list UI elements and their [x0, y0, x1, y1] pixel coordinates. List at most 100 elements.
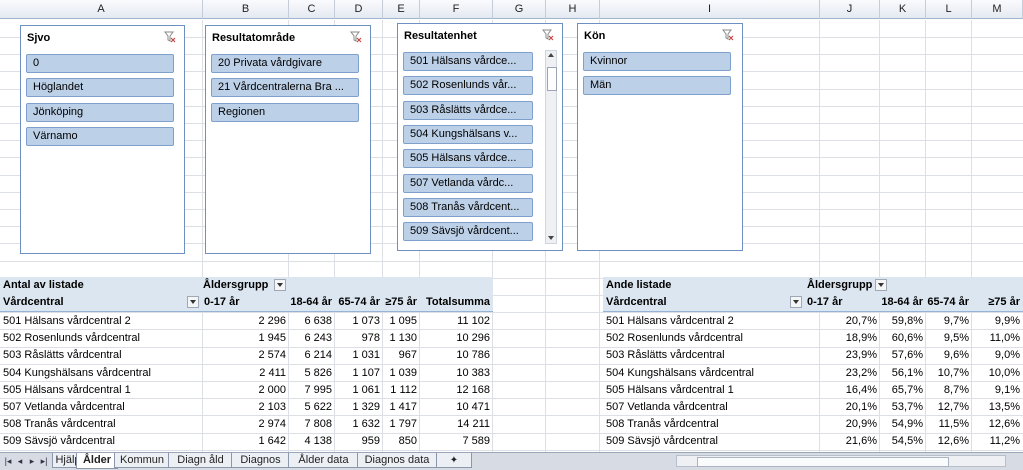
column-header-j[interactable]: J — [820, 0, 880, 19]
value-cell: 9,5% — [943, 332, 969, 345]
prev-sheet-icon[interactable]: ◂ — [14, 455, 26, 467]
value-cell: 59,8% — [891, 315, 923, 327]
table-row[interactable]: 508 Tranås vårdcentral 2 974 7 808 1 632 1 7… — [0, 416, 493, 433]
row-filter-dropdown[interactable] — [187, 296, 199, 308]
column-header-b[interactable]: B — [203, 0, 289, 19]
sheet-tab[interactable]: Ålder — [76, 453, 118, 469]
sheet-tab-bar: |◂ ◂ ▸ ▸| Hjälp Ålder Kommun Diagn åld Diagn… — [0, 452, 1023, 470]
slicer-item[interactable]: Regionen — [211, 102, 359, 122]
slicer-item[interactable]: 20 Privata vårdgivare — [211, 54, 359, 73]
slicer-item[interactable]: 0 — [26, 54, 174, 73]
column-header-d[interactable]: D — [335, 0, 383, 19]
value-cell: 60,6% — [891, 332, 923, 345]
row-label: 501 Hälsans vårdcentral 2 — [606, 315, 734, 327]
scroll-up-icon[interactable] — [548, 53, 554, 57]
table-row[interactable]: 509 Sävsjö vårdcentral 21,6% 54,5% 12,6% 11,… — [603, 433, 1023, 450]
table-row[interactable]: 508 Tranås vårdcentral 20,9% 54,9% 11,5% 12,… — [603, 416, 1023, 433]
row-filter-dropdown[interactable] — [790, 296, 802, 308]
table-row[interactable]: 502 Rosenlunds vårdcentral 1 945 6 243 978 1… — [0, 330, 493, 347]
sheet-tab[interactable]: Diagn åld — [168, 453, 233, 468]
table-row[interactable]: 504 Kungshälsans vårdcentral 23,2% 56,1% 10… — [603, 365, 1023, 382]
table-row[interactable]: 504 Kungshälsans vårdcentral 2 411 5 826 1 … — [0, 365, 493, 382]
column-header-k[interactable]: K — [880, 0, 926, 19]
table-row[interactable]: 507 Vetlanda vårdcentral 2 103 5 622 1 329 1… — [0, 399, 493, 416]
table-row[interactable]: 507 Vetlanda vårdcentral 20,1% 53,7% 12,7% 1… — [603, 399, 1023, 416]
value-cell: 7 995 — [304, 383, 332, 396]
horizontal-scrollbar[interactable] — [676, 455, 1006, 467]
scroll-thumb[interactable] — [697, 457, 949, 467]
value-cell: 978 — [361, 332, 380, 345]
clear-filter-icon[interactable] — [542, 29, 554, 41]
value-cell: 850 — [398, 435, 417, 448]
scroll-thumb[interactable] — [547, 67, 557, 91]
slicer-item[interactable]: Män — [583, 76, 731, 96]
value-cell: 2 574 — [258, 349, 286, 362]
slicer-item[interactable]: Kvinnor — [583, 52, 731, 71]
column-header-a[interactable]: A — [0, 0, 203, 19]
new-sheet-icon[interactable]: ✦ — [436, 453, 472, 468]
slicer-item[interactable]: Värnamo — [26, 126, 174, 146]
value-cell: 10,0% — [988, 366, 1020, 379]
sheet-tab[interactable]: Diagnos data — [357, 453, 437, 468]
row-field-label: Vårdcentral — [606, 296, 667, 308]
column-header-g[interactable]: G — [493, 0, 546, 19]
column-header-c[interactable]: C — [289, 0, 335, 19]
slicer-item[interactable]: 505 Hälsans vårdce... — [403, 149, 533, 169]
table-row[interactable]: 503 Råslätts vårdcentral 23,9% 57,6% 9,6% 9,… — [603, 347, 1023, 364]
sheet-tab[interactable]: Kommun — [114, 453, 170, 468]
slicer-item[interactable]: 508 Tranås vårdcent... — [403, 197, 533, 217]
column-header-l[interactable]: L — [926, 0, 972, 19]
value-cell: 21,6% — [845, 435, 877, 448]
table-row[interactable]: 501 Hälsans vårdcentral 2 20,7% 59,8% 9,7% 9… — [603, 313, 1023, 330]
column-filter-dropdown[interactable] — [274, 279, 286, 291]
value-cell: 2 411 — [259, 366, 286, 379]
slicer-item[interactable]: Jönköping — [26, 102, 174, 122]
slicer-item[interactable]: 507 Vetlanda vårdc... — [403, 173, 533, 193]
table-row[interactable]: 505 Hälsans vårdcentral 1 2 000 7 995 1 061… — [0, 382, 493, 399]
value-cell: 959 — [361, 435, 380, 448]
slicer-item[interactable]: 21 Vårdcentralerna Bra ... — [211, 78, 359, 98]
column-header-h[interactable]: H — [546, 0, 600, 19]
slicer-title: Sjvo — [27, 32, 51, 44]
clear-filter-icon[interactable] — [722, 29, 734, 41]
value-cell: 10 471 — [456, 401, 490, 413]
slicer-item[interactable]: 509 Sävsjö vårdcent... — [403, 222, 533, 242]
table-row[interactable]: 501 Hälsans vårdcentral 2 2 296 6 638 1 073… — [0, 313, 493, 330]
pivot-header-row: Vårdcentral 0-17 år 18-64 år 65-74 år ≥75 år… — [0, 294, 493, 312]
value-cell: 20,9% — [845, 418, 877, 431]
value-cell: 5 622 — [304, 401, 332, 413]
value-cell: 14 211 — [457, 418, 490, 431]
slicer-item[interactable]: 504 Kungshälsans v... — [403, 124, 533, 144]
table-row[interactable]: 502 Rosenlunds vårdcentral 18,9% 60,6% 9,5%… — [603, 330, 1023, 347]
pivot-title: Antal av listade — [3, 279, 84, 291]
column-filter-dropdown[interactable] — [875, 279, 887, 291]
last-sheet-icon[interactable]: ▸| — [38, 455, 50, 467]
row-label: 505 Hälsans vårdcentral 1 — [606, 383, 734, 396]
column-header-e[interactable]: E — [383, 0, 420, 19]
column-header-i[interactable]: I — [600, 0, 820, 19]
sheet-tab[interactable]: Diagnos — [231, 453, 290, 468]
value-cell: 1 632 — [352, 418, 380, 431]
table-row[interactable]: 509 Sävsjö vårdcentral 1 642 4 138 959 850 7 … — [0, 433, 493, 450]
first-sheet-icon[interactable]: |◂ — [2, 455, 14, 467]
clear-filter-icon[interactable] — [350, 31, 362, 43]
next-sheet-icon[interactable]: ▸ — [26, 455, 38, 467]
sheet-tab[interactable]: Ålder data — [288, 453, 359, 468]
slicer-1: Resultatområde 20 Privata vårdgivare 21 Vå… — [205, 25, 371, 254]
value-cell: 11,2% — [989, 435, 1020, 448]
scroll-down-icon[interactable] — [548, 236, 554, 240]
value-cell: 10 786 — [456, 349, 490, 362]
slicer-item[interactable]: Höglandet — [26, 78, 174, 98]
table-row[interactable]: 505 Hälsans vårdcentral 1 16,4% 65,7% 8,7% 9… — [603, 382, 1023, 399]
column-header-f[interactable]: F — [420, 0, 493, 19]
slicer-item[interactable]: 502 Rosenlunds vår... — [403, 76, 533, 96]
slicer-item[interactable]: 501 Hälsans vårdce... — [403, 52, 533, 71]
clear-filter-icon[interactable] — [164, 31, 176, 43]
value-cell: 2 000 — [258, 383, 286, 396]
slicer-scrollbar[interactable] — [545, 50, 557, 244]
value-cell: 967 — [398, 349, 417, 362]
slicer-title: Resultatenhet — [404, 30, 477, 42]
column-header-m[interactable]: M — [972, 0, 1023, 19]
table-row[interactable]: 503 Råslätts vårdcentral 2 574 6 214 1 031 9… — [0, 347, 493, 364]
slicer-item[interactable]: 503 Råslätts vårdce... — [403, 100, 533, 120]
